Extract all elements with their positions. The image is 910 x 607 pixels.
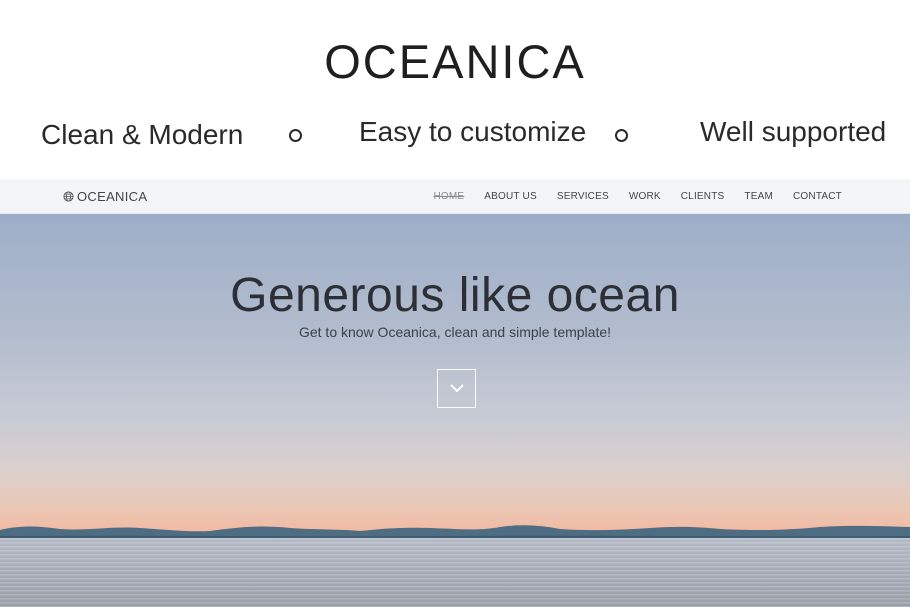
hero-water-image bbox=[0, 538, 910, 607]
feature-easy-customize: Easy to customize bbox=[359, 116, 587, 147]
globe-icon bbox=[63, 191, 74, 202]
nav-item-team[interactable]: TEAM bbox=[744, 191, 773, 202]
brand-logo-link[interactable]: OCEANICA bbox=[63, 179, 147, 214]
hero-section: Generous like ocean Get to know Oceanica… bbox=[0, 214, 910, 607]
nav-item-about-us[interactable]: ABOUT US bbox=[484, 191, 537, 202]
promo-banner: OCEANICA Clean & Modern Easy to customiz… bbox=[0, 0, 910, 179]
nav-item-clients[interactable]: CLIENTS bbox=[681, 191, 725, 202]
top-navbar: OCEANICA HOME ABOUT US SERVICES WORK CLI… bbox=[0, 179, 910, 214]
nav-item-contact[interactable]: CONTACT bbox=[793, 191, 842, 202]
nav-item-services[interactable]: SERVICES bbox=[557, 191, 609, 202]
nav-item-home[interactable]: HOME bbox=[433, 191, 464, 202]
nav-item-work[interactable]: WORK bbox=[629, 191, 661, 202]
scroll-down-button[interactable] bbox=[437, 369, 476, 408]
promo-title: OCEANICA bbox=[324, 35, 586, 88]
hero-title: Generous like ocean bbox=[230, 269, 680, 322]
brand-name: OCEANICA bbox=[77, 189, 148, 204]
feature-well-supported: Well supported bbox=[700, 116, 887, 147]
bullet-circle-icon bbox=[615, 129, 628, 142]
bullet-circle-icon bbox=[289, 129, 302, 142]
chevron-down-icon bbox=[450, 384, 463, 392]
main-nav: HOME ABOUT US SERVICES WORK CLIENTS TEAM… bbox=[433, 179, 842, 214]
feature-clean-modern: Clean & Modern bbox=[41, 119, 244, 150]
hero-subtitle: Get to know Oceanica, clean and simple t… bbox=[298, 324, 612, 340]
